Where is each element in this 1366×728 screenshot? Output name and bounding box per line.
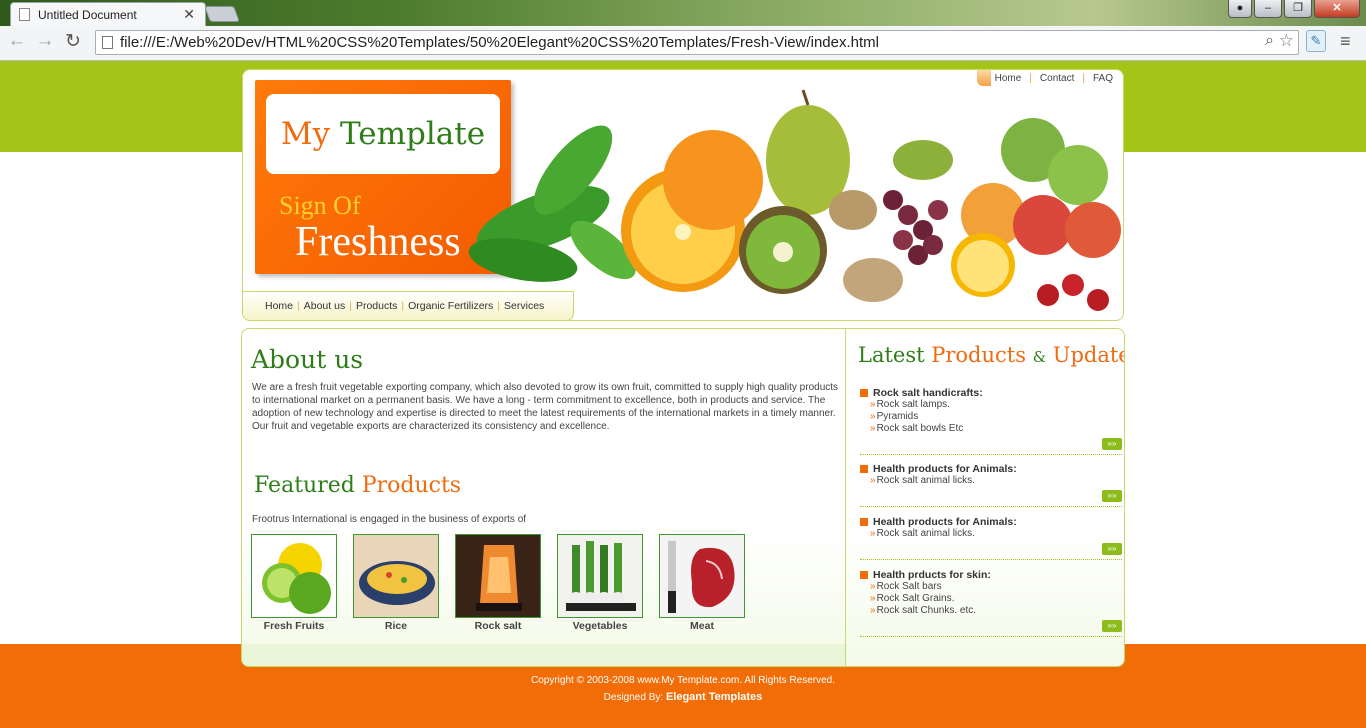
browser-toolbar: ← → ↻ file:///E:/Web%20Dev/HTML%20CSS%20… bbox=[0, 26, 1366, 61]
page-icon bbox=[102, 36, 113, 49]
news-list-item: »Rock salt bowls Etc bbox=[870, 423, 964, 434]
window-controls: ● – ❐ ✕ bbox=[1228, 0, 1360, 18]
close-tab-icon[interactable]: ✕ bbox=[183, 6, 195, 23]
product-image-meat[interactable] bbox=[659, 534, 745, 618]
featured-heading: Featured Products bbox=[254, 473, 461, 498]
product-caption: Rice bbox=[384, 620, 408, 632]
bullet-icon bbox=[860, 389, 868, 397]
featured-heading-b: Products bbox=[361, 473, 462, 498]
featured-heading-a: Featured bbox=[254, 473, 355, 498]
product-item[interactable]: Rice bbox=[353, 534, 439, 632]
news-title[interactable]: Health products for Animals: bbox=[860, 516, 1122, 528]
more-button[interactable]: »» bbox=[1102, 490, 1122, 502]
browser-tab[interactable]: Untitled Document ✕ bbox=[10, 2, 206, 26]
logo-my: My bbox=[280, 116, 331, 152]
forward-icon[interactable]: → bbox=[34, 30, 56, 52]
latest-heading-amp: & bbox=[1032, 348, 1047, 366]
about-text: We are a fresh fruit vegetable exporting… bbox=[252, 382, 839, 432]
latest-heading-c: Updates bbox=[1052, 343, 1124, 367]
product-image-rice[interactable] bbox=[353, 534, 439, 618]
more-button[interactable]: »» bbox=[1102, 438, 1122, 450]
news-list-item: »Rock salt lamps. bbox=[870, 399, 950, 410]
copyright-text: Copyright © 2003-2008 www.My Template.co… bbox=[531, 675, 835, 686]
more-button[interactable]: »» bbox=[1102, 620, 1122, 632]
content-box: About us We are a fresh fruit vegetable … bbox=[241, 328, 1125, 667]
product-image-fresh-fruits[interactable] bbox=[251, 534, 337, 618]
new-tab-button[interactable] bbox=[204, 6, 240, 22]
product-item[interactable]: Fresh Fruits bbox=[251, 534, 337, 632]
about-heading: About us bbox=[251, 345, 364, 374]
nav-separator: | bbox=[401, 300, 405, 312]
site-header: Home | Contact | FAQ My Template Sign Of… bbox=[242, 69, 1124, 321]
tab-strip: Untitled Document ✕ ● – ❐ ✕ bbox=[0, 0, 1366, 26]
bullet-icon bbox=[860, 465, 868, 473]
latest-heading-a: Latest bbox=[858, 343, 925, 367]
product-gallery: Fresh Fruits Rice Rock salt Vegetables M… bbox=[251, 534, 745, 632]
bullet-icon bbox=[860, 571, 868, 579]
fruit-banner-image bbox=[468, 89, 1121, 311]
news-title[interactable]: Health products for Animals: bbox=[860, 463, 1122, 475]
main-nav-products[interactable]: Products bbox=[356, 300, 397, 312]
designed-by-label: Designed By: bbox=[603, 692, 664, 703]
news-item: Health prducts for skin: »Rock Salt bars… bbox=[860, 569, 1122, 637]
product-image-vegetables[interactable] bbox=[557, 534, 643, 618]
designer-link[interactable]: Elegant Templates bbox=[666, 691, 762, 703]
user-icon[interactable]: ● bbox=[1228, 0, 1252, 18]
main-nav-about[interactable]: About us bbox=[304, 300, 345, 312]
news-list-item: »Rock salt Chunks. etc. bbox=[870, 605, 977, 616]
star-icon[interactable]: ☆ bbox=[1279, 31, 1294, 51]
main-nav: Home | About us | Products | Organic Fer… bbox=[243, 291, 574, 320]
extension-icon[interactable]: ✎ bbox=[1306, 30, 1326, 52]
product-caption: Fresh Fruits bbox=[263, 620, 325, 632]
news-list-item: »Rock salt animal licks. bbox=[870, 475, 975, 486]
tagline-sign-of: Sign Of bbox=[279, 191, 361, 220]
more-button[interactable]: »» bbox=[1102, 543, 1122, 555]
product-item[interactable]: Meat bbox=[659, 534, 745, 632]
address-bar[interactable]: file:///E:/Web%20Dev/HTML%20CSS%20Templa… bbox=[95, 30, 1299, 55]
product-caption: Vegetables bbox=[572, 620, 628, 632]
nav-separator: | bbox=[297, 300, 300, 312]
news-item: Health products for Animals: »Rock salt … bbox=[860, 463, 1122, 507]
left-column: About us We are a fresh fruit vegetable … bbox=[242, 329, 846, 666]
latest-heading-b: Products bbox=[931, 343, 1027, 367]
maximize-button[interactable]: ❐ bbox=[1284, 0, 1312, 18]
browser-chrome: Untitled Document ✕ ● – ❐ ✕ ← → ↻ file:/… bbox=[0, 0, 1366, 61]
right-column: Latest Products & Updates Rock salt hand… bbox=[846, 329, 1124, 666]
document-icon bbox=[19, 8, 30, 21]
site-footer: Copyright © 2003-2008 www.My Template.co… bbox=[0, 672, 1366, 706]
tab-title: Untitled Document bbox=[38, 7, 137, 22]
bullet-icon bbox=[860, 518, 868, 526]
news-title[interactable]: Health prducts for skin: bbox=[860, 569, 1122, 581]
url-text[interactable]: file:///E:/Web%20Dev/HTML%20CSS%20Templa… bbox=[120, 34, 879, 51]
designed-by-line: Designed By: Elegant Templates bbox=[0, 689, 1366, 706]
close-window-button[interactable]: ✕ bbox=[1314, 0, 1360, 18]
featured-intro: Frootrus International is engaged in the… bbox=[252, 514, 527, 525]
product-item[interactable]: Vegetables bbox=[557, 534, 643, 632]
minimize-button[interactable]: – bbox=[1254, 0, 1282, 18]
tagline-freshness: Freshness bbox=[295, 219, 461, 265]
menu-icon[interactable]: ≡ bbox=[1340, 31, 1351, 52]
news-list-item: »Rock Salt bars bbox=[870, 581, 942, 592]
news-item: Health products for Animals: »Rock salt … bbox=[860, 516, 1122, 560]
back-icon[interactable]: ← bbox=[6, 30, 28, 52]
product-item[interactable]: Rock salt bbox=[455, 534, 541, 632]
main-nav-home[interactable]: Home bbox=[265, 300, 293, 312]
product-image-rock-salt[interactable] bbox=[455, 534, 541, 618]
left-column-footer-strip bbox=[242, 644, 846, 666]
news-list-item: »Rock salt animal licks. bbox=[870, 528, 975, 539]
nav-separator: | bbox=[497, 300, 501, 312]
zoom-icon[interactable]: ⌕ bbox=[1265, 32, 1274, 50]
news-list-item: »Pyramids bbox=[870, 411, 919, 422]
news-item: Rock salt handicrafts: »Rock salt lamps.… bbox=[860, 387, 1122, 455]
product-caption: Meat bbox=[690, 620, 714, 632]
main-nav-organic-fertilizers[interactable]: Organic Fertilizers bbox=[408, 300, 493, 312]
product-caption: Rock salt bbox=[474, 620, 522, 632]
latest-heading: Latest Products & Updates bbox=[858, 343, 1124, 367]
nav-separator: | bbox=[349, 300, 352, 312]
news-title[interactable]: Rock salt handicrafts: bbox=[860, 387, 1122, 399]
main-nav-services[interactable]: Services bbox=[504, 300, 544, 312]
news-list-item: »Rock Salt Grains. bbox=[870, 593, 955, 604]
reload-icon[interactable]: ↻ bbox=[62, 30, 84, 53]
